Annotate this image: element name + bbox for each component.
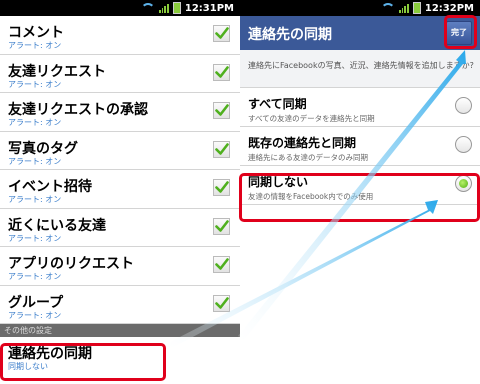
- notification-item[interactable]: 近くにいる友達 アラート: オン: [0, 209, 240, 247]
- highlight-done-button: [444, 15, 477, 49]
- notification-item[interactable]: 写真のタグ アラート: オン: [0, 132, 240, 170]
- notification-item-title: グループ: [8, 294, 64, 311]
- signal-icon: [398, 3, 409, 13]
- checkbox-checked[interactable]: [213, 256, 230, 273]
- notification-item[interactable]: グループ アラート: オン: [0, 286, 240, 324]
- battery-icon: [172, 2, 181, 14]
- notification-settings-screen: 12:31PM コメント アラート: オン 友達リクエスト アラート: オン 友達リクエ…: [0, 0, 240, 384]
- page-title: 連絡先の同期: [248, 27, 332, 43]
- checkbox-checked[interactable]: [213, 294, 230, 312]
- notification-item-status: アラート: オン: [8, 41, 62, 50]
- notification-item-title: イベント招待: [8, 179, 92, 195]
- notification-item[interactable]: 友達リクエスト アラート: オン: [0, 55, 240, 93]
- radio-button[interactable]: [455, 136, 472, 153]
- wifi-icon: [380, 3, 395, 13]
- notification-item-status: アラート: オン: [8, 233, 62, 243]
- sync-option-description: 連絡先にある友達のデータのみ同期: [248, 153, 368, 162]
- notification-item-status: アラート: オン: [8, 310, 62, 320]
- battery-icon: [412, 2, 421, 14]
- status-time: 12:32PM: [424, 2, 474, 14]
- notification-item-title: 近くにいる友達: [8, 217, 106, 234]
- checkbox-checked[interactable]: [213, 140, 230, 158]
- notification-list: コメント アラート: オン 友達リクエスト アラート: オン 友達リクエストの承認 アラー…: [0, 16, 240, 324]
- notification-item[interactable]: イベント招待 アラート: オン: [0, 170, 240, 209]
- notification-item[interactable]: アプリのリクエスト アラート: オン: [0, 247, 240, 286]
- notification-item[interactable]: 友達リクエストの承認 アラート: オン: [0, 93, 240, 132]
- sync-option-title: すべて同期: [248, 97, 307, 111]
- sync-option-description: すべての友達のデータを連絡先と同期: [248, 114, 375, 123]
- notification-item-title: 写真のタグ: [8, 140, 78, 157]
- wifi-icon: [140, 3, 155, 13]
- signal-icon: [158, 3, 169, 13]
- status-time: 12:31PM: [184, 2, 234, 14]
- notification-item-title: アプリのリクエスト: [8, 256, 134, 272]
- checkbox-checked[interactable]: [213, 102, 230, 119]
- notification-item[interactable]: コメント アラート: オン: [0, 16, 240, 55]
- checkbox-checked[interactable]: [213, 25, 230, 42]
- highlight-no-sync-option: [239, 173, 480, 222]
- sync-option[interactable]: すべて同期すべての友達のデータを連絡先と同期: [240, 88, 480, 127]
- checkbox-checked[interactable]: [213, 179, 230, 196]
- sync-option[interactable]: 既存の連絡先と同期連絡先にある友達のデータのみ同期: [240, 127, 480, 166]
- highlight-contact-sync: [0, 343, 166, 381]
- notification-item-status: アラート: オン: [8, 79, 62, 89]
- status-bar: 12:31PM: [0, 0, 240, 16]
- sync-option-title: 既存の連絡先と同期: [248, 136, 357, 150]
- notification-item-status: アラート: オン: [8, 156, 62, 166]
- sync-description: 連絡先にFacebookの写真、近況、連絡先情報を追加しますか?: [240, 50, 480, 88]
- checkbox-checked[interactable]: [213, 217, 230, 235]
- status-bar: 12:32PM: [240, 0, 480, 16]
- checkbox-checked[interactable]: [213, 63, 230, 81]
- notification-item-status: アラート: オン: [8, 272, 62, 281]
- notification-item-title: コメント: [8, 25, 64, 41]
- notification-item-title: 友達リクエスト: [8, 63, 106, 80]
- notification-item-title: 友達リクエストの承認: [8, 102, 148, 118]
- radio-button[interactable]: [455, 97, 472, 114]
- notification-item-status: アラート: オン: [8, 195, 62, 204]
- notification-item-status: アラート: オン: [8, 118, 62, 127]
- section-header-other-settings: その他の設定: [0, 324, 240, 337]
